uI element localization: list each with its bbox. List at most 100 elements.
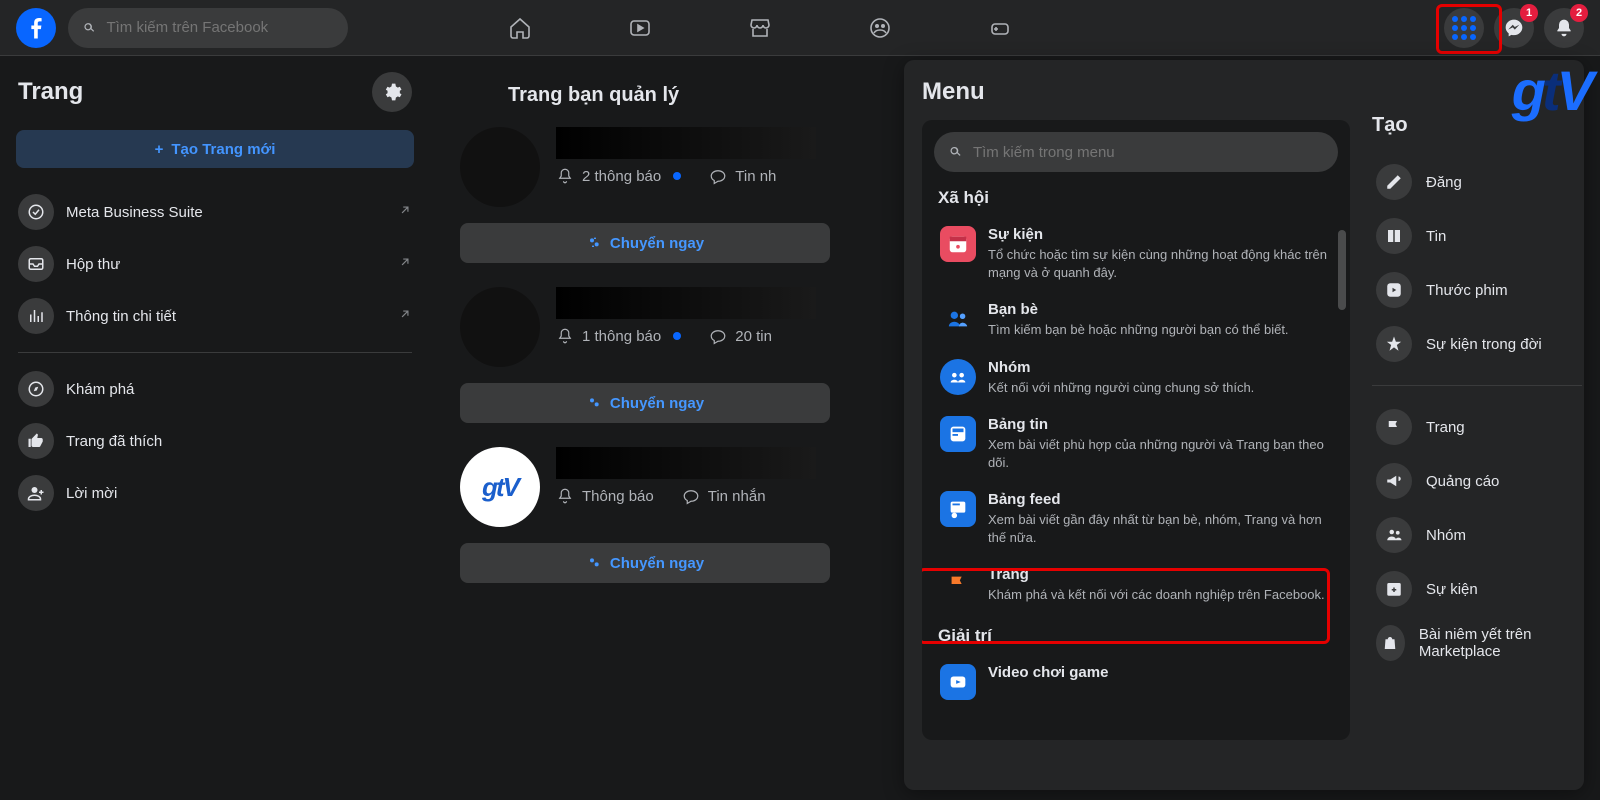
flag-icon [947,573,969,595]
notifications-button[interactable]: 2 [1544,8,1584,48]
messenger-button[interactable]: 1 [1494,8,1534,48]
create-marketplace-listing[interactable]: Bài niêm yết trên Marketplace [1372,616,1582,670]
main-content: Trang bạn quản lý 2 thông báo Tin nh Chu… [450,56,920,627]
bell-icon [556,167,574,185]
compass-icon [18,371,54,407]
sidebar-item-invites[interactable]: Lời mời [8,467,422,519]
create-reel[interactable]: Thước phim [1372,263,1582,317]
scrollbar[interactable] [1338,230,1346,310]
topbar: 1 2 [0,0,1600,56]
notif-text: 1 thông báo [582,328,661,345]
switch-now-button[interactable]: Chuyển ngay [460,543,830,583]
menu-item-groups[interactable]: NhómKết nối với những người cùng chung s… [934,349,1350,407]
menu-scroll: Xã hội Sự kiệnTổ chức hoặc tìm sự kiện c… [922,120,1350,740]
sidebar-title: Trang [18,78,83,106]
menu-item-newsfeed[interactable]: Bảng tinXem bài viết phù hợp của những n… [934,406,1350,481]
page-name-redacted [556,287,816,319]
external-link-icon [398,203,412,222]
section-entertainment: Giải trí [938,626,1350,646]
create-group[interactable]: Nhóm [1372,508,1582,562]
sidebar-item-insights[interactable]: Thông tin chi tiết [8,290,422,342]
search-input[interactable] [106,19,334,36]
nav-gaming[interactable] [944,4,1056,52]
nav-home[interactable] [464,4,576,52]
groups-icon [947,366,969,388]
create-event[interactable]: Sự kiện [1372,562,1582,616]
sidebar-item-inbox[interactable]: Hộp thư [8,238,422,290]
messenger-badge: 1 [1520,4,1538,22]
sidebar-item-liked-pages[interactable]: Trang đã thích [8,415,422,467]
msg-text: 20 tin [735,328,772,345]
message-icon [709,167,727,185]
menu-search-input[interactable] [973,144,1324,161]
nav-center [464,4,1056,52]
group-icon [1376,517,1412,553]
page-name-redacted [556,127,816,159]
menu-item-title: Trang [988,566,1325,584]
create-label: Thước phim [1426,282,1508,299]
calendar-plus-icon [1376,571,1412,607]
nav-marketplace[interactable] [704,4,816,52]
create-label: Tin [1426,228,1446,245]
notif-text: Thông báo [582,488,654,505]
star-icon [1376,326,1412,362]
menu-item-gaming[interactable]: Video chơi game [934,654,1350,710]
nav-groups[interactable] [824,4,936,52]
page-avatar[interactable] [460,127,540,207]
menu-item-feed[interactable]: Bảng feed Xem bài viết gần đây nhất từ bạ… [934,481,1350,556]
bell-icon [556,327,574,345]
create-page[interactable]: Trang [1372,400,1582,454]
create-label: Sự kiện trong đời [1426,336,1542,353]
facebook-logo[interactable] [16,8,56,48]
menu-search[interactable] [934,132,1338,172]
msg-text: Tin nh [735,168,776,185]
menu-item-title: Bảng feed [988,491,1336,509]
sidebar-item-discover[interactable]: Khám phá [8,363,422,415]
settings-button[interactable] [372,72,412,112]
create-story[interactable]: Tin [1372,209,1582,263]
nav-video[interactable] [584,4,696,52]
menu-grid-button[interactable] [1444,8,1484,48]
page-name-redacted [556,447,816,479]
message-icon [682,487,700,505]
menu-item-friends[interactable]: Bạn bèTìm kiếm bạn bè hoặc những người b… [934,291,1350,349]
page-card: gtV Thông báo Tin nhắn Chuyển ngay [450,447,920,583]
notif-text: 2 thông báo [582,168,661,185]
sidebar-item-meta-business-suite[interactable]: Meta Business Suite [8,186,422,238]
sidebar-label: Meta Business Suite [66,204,203,221]
create-label: Sự kiện [1426,581,1478,598]
global-search[interactable] [68,8,348,48]
page-avatar[interactable] [460,287,540,367]
reel-icon [1376,272,1412,308]
message-icon [709,327,727,345]
sidebar-label: Trang đã thích [66,433,162,450]
unread-dot [673,172,681,180]
page-avatar[interactable]: gtV [460,447,540,527]
switch-now-button[interactable]: Chuyển ngay [460,223,830,263]
sidebar-label: Hộp thư [66,256,120,273]
menu-item-title: Bạn bè [988,301,1289,319]
switch-label: Chuyển ngay [610,555,704,572]
create-life-event[interactable]: Sự kiện trong đời [1372,317,1582,371]
divider [1372,385,1582,386]
bag-icon [1376,625,1405,661]
business-suite-icon [18,194,54,230]
menu-item-pages[interactable]: TrangKhám phá và kết nối với các doanh n… [934,556,1350,614]
unread-dot [673,332,681,340]
create-post[interactable]: Đăng [1372,155,1582,209]
main-heading: Trang bạn quản lý [508,84,920,107]
external-link-icon [398,307,412,326]
menu-item-events[interactable]: Sự kiệnTổ chức hoặc tìm sự kiện cùng nhữ… [934,216,1350,291]
create-label: Trang [1426,419,1465,436]
menu-item-desc: Xem bài viết gần đây nhất từ bạn bè, nhó… [988,511,1336,546]
thumb-up-icon [18,423,54,459]
menu-item-title: Video chơi game [988,664,1108,682]
menu-item-title: Sự kiện [988,226,1336,244]
create-label: Quảng cáo [1426,473,1499,490]
switch-now-button[interactable]: Chuyển ngay [460,383,830,423]
create-ad[interactable]: Quảng cáo [1372,454,1582,508]
page-card: 2 thông báo Tin nh Chuyển ngay [450,127,920,263]
switch-label: Chuyển ngay [610,235,704,252]
notifications-badge: 2 [1570,4,1588,22]
create-page-button[interactable]: + Tạo Trang mới [16,130,414,168]
